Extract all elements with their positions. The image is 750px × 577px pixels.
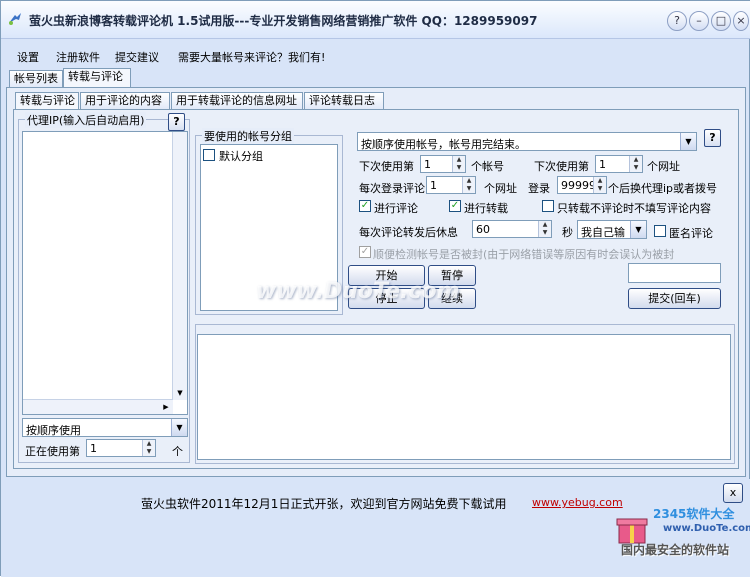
group-checkbox[interactable] <box>203 149 215 161</box>
comment-checkbox-label: 进行评论 <box>374 202 418 215</box>
input-mode-value: 我自己输 <box>581 226 625 239</box>
help-icon[interactable]: ? <box>667 11 687 31</box>
next-account-stepper[interactable]: 1 ▲ ▼ <box>420 155 466 173</box>
comment-checkbox[interactable]: ✓ <box>359 200 371 212</box>
rest-seconds-stepper[interactable]: 60 ▲ ▼ <box>472 220 552 238</box>
firefly-icon <box>9 13 21 25</box>
duote-badge: 2345软件大全 www.DuoTe.com 国内最安全的软件站 <box>613 501 750 575</box>
per-login-value: 1 <box>430 179 437 192</box>
scroll-right-icon[interactable]: ▶ <box>159 400 173 414</box>
group-item-label: 默认分组 <box>219 150 263 163</box>
login-suffix: 个后换代理ip或者拨号 <box>608 182 718 195</box>
subtab-comment-content[interactable]: 用于评论的内容 <box>80 92 170 110</box>
proxy-mode-value: 按顺序使用 <box>26 424 81 437</box>
proxy-help-button[interactable]: ? <box>168 113 185 131</box>
account-group-label: 要使用的帐号分组 <box>202 128 294 144</box>
scroll-down-icon[interactable]: ▼ <box>173 386 187 400</box>
next-account-unit: 个帐号 <box>471 160 504 173</box>
input-mode-select[interactable]: 我自己输 ▼ <box>577 220 647 239</box>
rest-label: 每次评论转发后休息 <box>359 226 458 239</box>
proxy-using-label: 正在使用第 <box>25 445 80 458</box>
spin-arrows-icon[interactable]: ▲ ▼ <box>629 156 642 172</box>
next-url-unit: 个网址 <box>647 160 680 173</box>
proxy-using-unit: 个 <box>172 445 183 458</box>
per-login-label: 每次登录评论 <box>359 182 425 195</box>
subtab-log[interactable]: 评论转载日志 <box>304 92 384 110</box>
maximize-icon[interactable]: □ <box>711 11 731 31</box>
login-label: 登录 <box>528 182 550 195</box>
minimize-icon[interactable]: – <box>689 11 709 31</box>
detect-banned-label: 顺便检测帐号是否被封(由于网络错误等原因有时会误认为被封 <box>373 248 675 261</box>
proxy-textarea[interactable]: ▼ ▶ <box>22 131 188 415</box>
badge-slogan: 国内最安全的软件站 <box>621 543 730 557</box>
subtab-repost-comment[interactable]: 转载与评论 <box>15 92 79 110</box>
proxy-mode-select[interactable]: 按顺序使用 ▼ <box>22 418 188 437</box>
detect-banned-checkbox[interactable]: ✓ <box>359 246 371 258</box>
vertical-scrollbar[interactable]: ▼ <box>172 132 187 400</box>
title-bar: 萤火虫新浪博客转载评论机 1.5试用版---专业开发销售网络营销推广软件 QQ：… <box>1 1 750 39</box>
app-window: 萤火虫新浪博客转载评论机 1.5试用版---专业开发销售网络营销推广软件 QQ：… <box>0 0 750 577</box>
spin-arrows-icon[interactable]: ▲ ▼ <box>452 156 465 172</box>
login-count-stepper[interactable]: 99999 ▲ ▼ <box>557 176 607 194</box>
menu-settings[interactable]: 设置 <box>17 49 39 65</box>
repost-only-label: 只转载不评论时不填写评论内容 <box>557 202 711 215</box>
tab-account-list[interactable]: 帐号列表 <box>9 70 63 88</box>
center-watermark: www.DuoTe.com <box>256 279 460 304</box>
badge-url: www.DuoTe.com <box>663 523 750 534</box>
account-mode-value: 按顺序使用帐号，帐号用完结束。 <box>361 138 526 151</box>
rest-seconds-value: 60 <box>476 223 490 236</box>
log-output[interactable] <box>197 334 731 460</box>
per-login-unit: 个网址 <box>484 182 517 195</box>
close-icon[interactable]: × <box>733 11 749 31</box>
rest-unit: 秒 <box>562 226 573 239</box>
tab-repost-comment[interactable]: 转载与评论 <box>63 68 131 88</box>
next-url-label: 下次使用第 <box>534 160 589 173</box>
footer-close-button[interactable]: x <box>723 483 743 503</box>
horizontal-scrollbar[interactable]: ▶ <box>23 399 173 414</box>
repost-only-checkbox[interactable] <box>542 200 554 212</box>
subtab-info-urls[interactable]: 用于转载评论的信息网址 <box>171 92 303 110</box>
next-account-value: 1 <box>424 158 431 171</box>
per-login-stepper[interactable]: 1 ▲ ▼ <box>426 176 476 194</box>
website-link[interactable]: www.yebug.com <box>532 496 623 509</box>
settings-help-button[interactable]: ? <box>704 129 721 147</box>
menu-buy-accounts[interactable]: 需要大量帐号来评论？我们有! <box>178 49 325 65</box>
footer-message: 萤火虫软件2011年12月1日正式开张，欢迎到官方网站免费下载试用 <box>141 497 507 511</box>
chevron-down-icon[interactable]: ▼ <box>680 133 696 150</box>
chevron-down-icon[interactable]: ▼ <box>630 221 646 238</box>
spin-arrows-icon[interactable]: ▲ ▼ <box>593 177 606 193</box>
spin-arrows-icon[interactable]: ▲ ▼ <box>538 221 551 237</box>
repost-checkbox[interactable]: ✓ <box>449 200 461 212</box>
anonymous-label: 匿名评论 <box>669 227 713 240</box>
repost-checkbox-label: 进行转载 <box>464 202 508 215</box>
next-account-label: 下次使用第 <box>359 160 414 173</box>
login-count-value: 99999 <box>561 179 596 192</box>
next-url-stepper[interactable]: 1 ▲ ▼ <box>595 155 643 173</box>
menu-register[interactable]: 注册软件 <box>56 49 100 65</box>
proxy-using-stepper[interactable]: 1 ▲ ▼ <box>86 439 156 457</box>
spin-arrows-icon[interactable]: ▲ ▼ <box>462 177 475 193</box>
window-title: 萤火虫新浪博客转载评论机 1.5试用版---专业开发销售网络营销推广软件 QQ：… <box>29 14 538 28</box>
proxy-using-value: 1 <box>90 442 97 455</box>
chevron-down-icon[interactable]: ▼ <box>171 419 187 436</box>
anonymous-checkbox[interactable] <box>654 225 666 237</box>
submit-button[interactable]: 提交(回车) <box>628 288 721 309</box>
menu-suggest[interactable]: 提交建议 <box>115 49 159 65</box>
spin-arrows-icon[interactable]: ▲ ▼ <box>142 440 155 456</box>
proxy-group-label: 代理IP(输入后自动启用) <box>25 112 147 128</box>
next-url-value: 1 <box>599 158 606 171</box>
menu-bar: 设置 注册软件 提交建议 需要大量帐号来评论？我们有! <box>1 45 750 65</box>
account-mode-select[interactable]: 按顺序使用帐号，帐号用完结束。 ▼ <box>357 132 697 151</box>
submit-input[interactable] <box>628 263 721 283</box>
badge-title: 2345软件大全 <box>653 507 735 521</box>
